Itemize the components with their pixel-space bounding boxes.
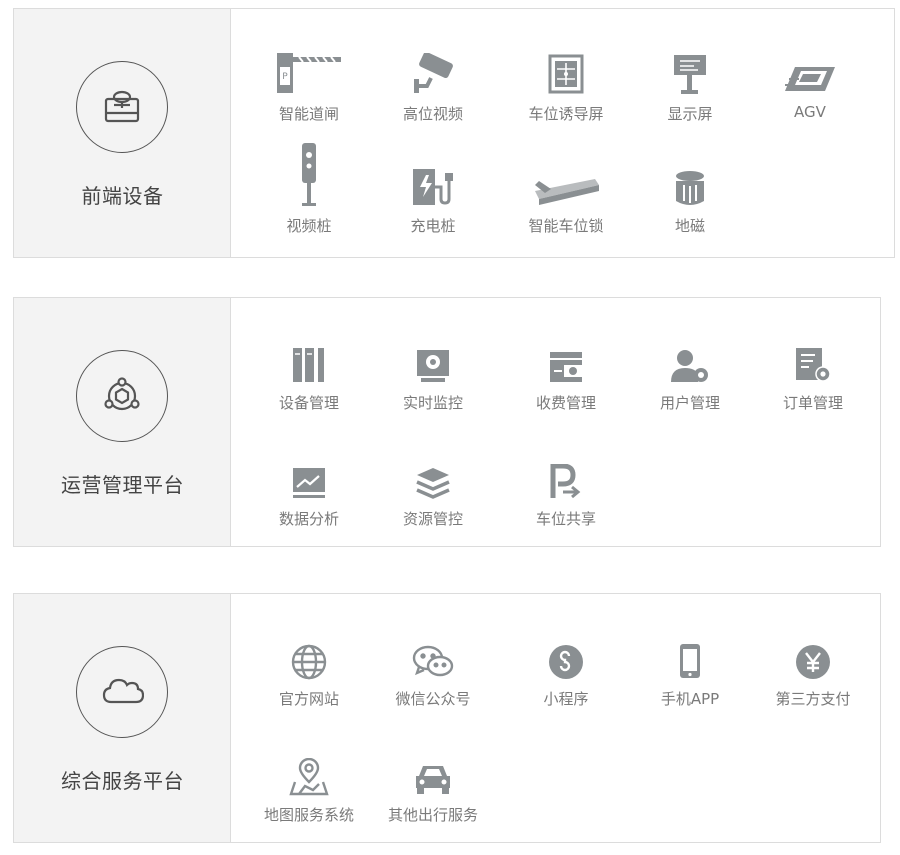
item-label: 官方网站: [278, 690, 339, 708]
item-map-service[interactable]: 地图服务系统: [249, 744, 369, 825]
item-label: 智能车位锁: [528, 217, 604, 235]
section-operations-platform: 运营管理平台 设备管理 实时监控 收费管理 用户管理 订单管理 数据分析 资源管…: [13, 297, 881, 547]
item-surveillance-camera[interactable]: 高位视频: [373, 43, 493, 124]
map-pin-icon: [289, 758, 329, 796]
section-service-platform: 综合服务平台 官方网站 微信公众号 小程序 手机APP 第三方支付 地图服务系统…: [13, 593, 881, 843]
mini-program-icon: [549, 645, 583, 679]
section-title: 前端设备: [81, 184, 164, 208]
section-front-devices: 前端设备 P 智能道闸 高位视频 车位诱导屏 显示屏 AGV 视频桩 充电桩 智…: [13, 8, 895, 258]
hub-network-icon: [76, 350, 168, 442]
item-data-analysis[interactable]: 数据分析: [249, 448, 369, 529]
monitor-icon: [417, 350, 449, 382]
car-icon: [416, 766, 450, 794]
barrier-gate-icon: P: [277, 53, 341, 93]
item-video-pile[interactable]: 视频桩: [249, 139, 369, 236]
layers-icon: [416, 468, 450, 499]
item-label: 实时监控: [402, 394, 463, 412]
parking-share-icon: [550, 464, 581, 499]
item-label: 其他出行服务: [387, 806, 478, 824]
item-label: 设备管理: [278, 394, 339, 412]
globe-icon: [291, 644, 327, 680]
video-pile-icon: [302, 143, 316, 206]
parking-lock-icon: [535, 179, 599, 205]
item-label: 资源管控: [402, 510, 463, 528]
svg-text:P: P: [282, 72, 288, 82]
item-monitor[interactable]: 实时监控: [373, 332, 493, 413]
item-label: AGV: [794, 103, 826, 121]
chart-analysis-icon: [293, 468, 325, 498]
geomagnetic-sensor-icon: [676, 171, 704, 205]
item-third-party-payment[interactable]: 第三方支付: [753, 628, 873, 709]
item-label: 收费管理: [535, 394, 596, 412]
item-geomagnetic-sensor[interactable]: 地磁: [630, 139, 750, 236]
item-resource-control[interactable]: 资源管控: [373, 448, 493, 529]
item-label: 手机APP: [660, 690, 720, 708]
section-title: 运营管理平台: [61, 473, 184, 497]
item-wechat[interactable]: 微信公众号: [373, 628, 493, 709]
item-other-travel[interactable]: 其他出行服务: [373, 744, 493, 825]
order-gear-icon: [796, 348, 831, 382]
guidance-screen-icon: [548, 54, 584, 94]
item-display-sign[interactable]: 显示屏: [630, 43, 750, 124]
item-parking-lock[interactable]: 智能车位锁: [506, 139, 626, 236]
item-label: 车位共享: [535, 510, 596, 528]
item-charging-pile[interactable]: 充电桩: [373, 139, 493, 236]
item-guidance-screen[interactable]: 车位诱导屏: [506, 43, 626, 124]
wallet-icon: [550, 352, 582, 382]
mobile-phone-icon: [680, 644, 700, 678]
section-header: 运营管理平台: [14, 298, 231, 546]
item-device-management[interactable]: 设备管理: [249, 332, 369, 413]
item-label: 充电桩: [410, 217, 456, 235]
item-parking-share[interactable]: 车位共享: [506, 448, 626, 529]
agv-icon: [785, 67, 835, 91]
section-header: 前端设备: [14, 9, 231, 257]
display-sign-icon: [674, 55, 706, 94]
item-mini-program[interactable]: 小程序: [506, 628, 626, 709]
charging-pile-icon: [413, 169, 453, 205]
item-label: 高位视频: [402, 105, 463, 123]
item-label: 地图服务系统: [263, 806, 354, 824]
item-barrier-gate[interactable]: P 智能道闸: [249, 43, 369, 124]
user-gear-icon: [671, 350, 708, 382]
surveillance-camera-icon: [414, 53, 453, 93]
item-label: 显示屏: [667, 105, 713, 123]
item-label: 车位诱导屏: [528, 105, 604, 123]
item-mobile-app[interactable]: 手机APP: [630, 628, 750, 709]
device-management-icon: [293, 348, 324, 382]
item-order-management[interactable]: 订单管理: [753, 332, 873, 413]
item-agv[interactable]: AGV: [750, 43, 870, 121]
item-label: 小程序: [543, 690, 589, 708]
item-wallet[interactable]: 收费管理: [506, 332, 626, 413]
item-label: 数据分析: [278, 510, 339, 528]
section-header: 综合服务平台: [14, 594, 231, 842]
item-official-website[interactable]: 官方网站: [249, 628, 369, 709]
item-user-management[interactable]: 用户管理: [630, 332, 750, 413]
item-label: 微信公众号: [395, 690, 471, 708]
item-label: 地磁: [674, 217, 705, 235]
item-label: 第三方支付: [775, 690, 851, 708]
item-label: 用户管理: [659, 394, 720, 412]
wechat-icon: [412, 645, 454, 677]
item-label: 订单管理: [782, 394, 843, 412]
item-label: 智能道闸: [278, 105, 339, 123]
yuan-payment-icon: [796, 645, 830, 679]
item-label: 视频桩: [286, 217, 332, 235]
section-title: 综合服务平台: [61, 769, 184, 793]
device-tray-icon: [76, 61, 168, 153]
cloud-icon: [76, 646, 168, 738]
